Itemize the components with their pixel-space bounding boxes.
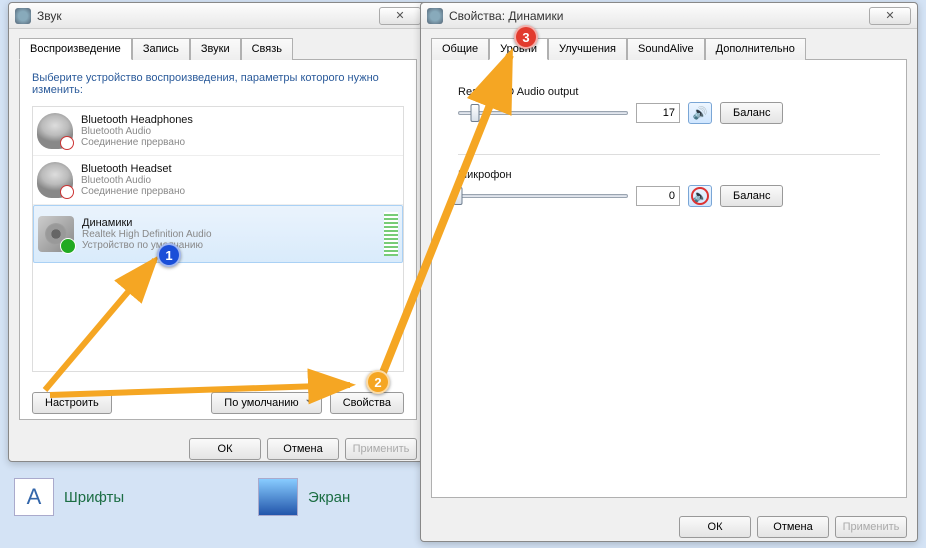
device-item[interactable]: Bluetooth Headset Bluetooth Audio Соедин…	[33, 156, 403, 205]
configure-button[interactable]: Настроить	[32, 392, 112, 414]
headphones-icon	[37, 113, 73, 149]
tab-general[interactable]: Общие	[431, 38, 489, 60]
apply-button[interactable]: Применить	[345, 438, 417, 460]
titlebar[interactable]: Свойства: Динамики ✕	[421, 3, 917, 29]
apply-button[interactable]: Применить	[835, 516, 907, 538]
device-name: Bluetooth Headset	[81, 163, 399, 175]
mic-value[interactable]	[636, 186, 680, 206]
balance-button[interactable]: Баланс	[720, 102, 783, 124]
tab-soundalive[interactable]: SoundAlive	[627, 38, 705, 60]
device-sub: Bluetooth Audio	[81, 126, 399, 137]
device-item[interactable]: Bluetooth Headphones Bluetooth Audio Сое…	[33, 107, 403, 156]
device-item-speakers[interactable]: Динамики Realtek High Definition Audio У…	[33, 205, 403, 263]
divider	[458, 154, 880, 155]
device-name: Bluetooth Headphones	[81, 114, 399, 126]
annotation-badge-2: 2	[366, 370, 390, 394]
tab-comm[interactable]: Связь	[241, 38, 293, 60]
mic-level-section: Микрофон 🔈 Баланс	[458, 169, 880, 207]
annotation-badge-1: 1	[157, 243, 181, 267]
output-level-section: Realtek HD Audio output 🔊 Баланс	[458, 86, 880, 124]
desktop-item-display[interactable]: Экран	[258, 478, 350, 516]
ok-button[interactable]: ОК	[189, 438, 261, 460]
output-value[interactable]	[636, 103, 680, 123]
tab-sounds[interactable]: Звуки	[190, 38, 241, 60]
close-button[interactable]: ✕	[379, 7, 421, 25]
device-status: Соединение прервано	[81, 186, 399, 197]
desktop-item-fonts[interactable]: A Шрифты	[14, 478, 124, 516]
headset-icon	[37, 162, 73, 198]
sound-dialog: Звук ✕ Воспроизведение Запись Звуки Связ…	[8, 2, 428, 462]
mute-button[interactable]: 🔊	[688, 102, 712, 124]
fonts-icon: A	[14, 478, 54, 516]
tab-advanced[interactable]: Дополнительно	[705, 38, 806, 60]
tab-playback[interactable]: Воспроизведение	[19, 38, 132, 60]
desktop-item-label: Экран	[308, 489, 350, 506]
display-icon	[258, 478, 298, 516]
level-meter	[384, 212, 398, 256]
window-title: Свойства: Динамики	[449, 9, 869, 23]
mic-label: Микрофон	[458, 169, 880, 181]
tabs: Воспроизведение Запись Звуки Связь	[19, 37, 417, 60]
mic-slider[interactable]	[458, 187, 628, 205]
tab-recording[interactable]: Запись	[132, 38, 190, 60]
desktop-item-label: Шрифты	[64, 489, 124, 506]
speakers-icon	[427, 8, 443, 24]
output-label: Realtek HD Audio output	[458, 86, 880, 98]
tab-enhancements[interactable]: Улучшения	[548, 38, 627, 60]
device-sub: Bluetooth Audio	[81, 175, 399, 186]
slider-track	[458, 194, 628, 198]
cancel-button[interactable]: Отмена	[267, 438, 339, 460]
device-status: Устройство по умолчанию	[82, 240, 378, 251]
device-status: Соединение прервано	[81, 137, 399, 148]
device-name: Динамики	[82, 217, 378, 229]
help-text: Выберите устройство воспроизведения, пар…	[32, 72, 404, 96]
sound-icon	[15, 8, 31, 24]
device-list[interactable]: Bluetooth Headphones Bluetooth Audio Сое…	[32, 106, 404, 372]
levels-panel: Realtek HD Audio output 🔊 Баланс Микрофо…	[431, 60, 907, 498]
balance-button[interactable]: Баланс	[720, 185, 783, 207]
close-button[interactable]: ✕	[869, 7, 911, 25]
cancel-button[interactable]: Отмена	[757, 516, 829, 538]
speakers-icon	[38, 216, 74, 252]
output-slider[interactable]	[458, 104, 628, 122]
playback-panel: Выберите устройство воспроизведения, пар…	[19, 60, 417, 420]
ok-button[interactable]: ОК	[679, 516, 751, 538]
mute-button[interactable]: 🔈	[688, 185, 712, 207]
speaker-properties-dialog: Свойства: Динамики ✕ Общие Уровни Улучше…	[420, 2, 918, 542]
slider-track	[458, 111, 628, 115]
slider-thumb[interactable]	[454, 187, 463, 205]
window-title: Звук	[37, 9, 379, 23]
set-default-button[interactable]: По умолчанию	[211, 392, 321, 414]
slider-thumb[interactable]	[471, 104, 480, 122]
tabs: Общие Уровни Улучшения SoundAlive Дополн…	[431, 37, 907, 60]
device-sub: Realtek High Definition Audio	[82, 229, 378, 240]
titlebar[interactable]: Звук ✕	[9, 3, 427, 29]
annotation-badge-3: 3	[514, 25, 538, 49]
properties-button[interactable]: Свойства	[330, 392, 404, 414]
